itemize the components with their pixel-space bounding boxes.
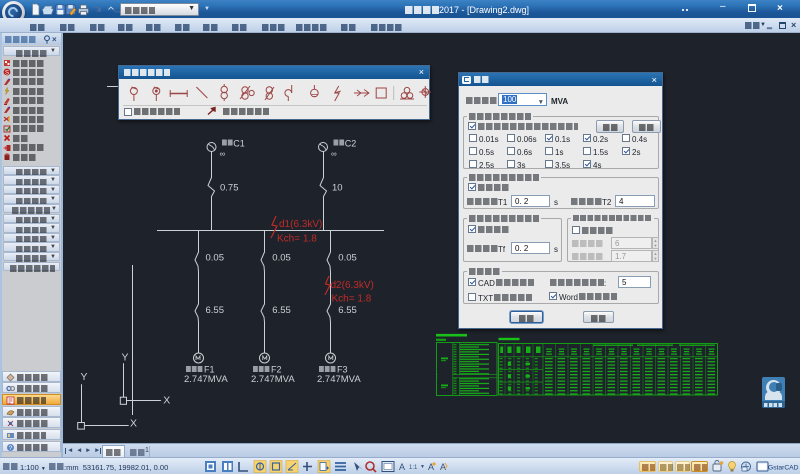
svg-text:d2(6.3kV): d2(6.3kV) xyxy=(331,280,374,291)
svg-text:Kch= 1.8: Kch= 1.8 xyxy=(277,234,317,245)
svg-text:∞: ∞ xyxy=(331,150,337,159)
svg-text:X: X xyxy=(130,418,137,430)
svg-text:GstarCAD: GstarCAD xyxy=(768,464,799,471)
svg-text:F3: F3 xyxy=(337,365,348,375)
svg-text:C1: C1 xyxy=(233,139,245,149)
svg-text:C2: C2 xyxy=(345,139,357,149)
svg-text:Y: Y xyxy=(81,371,88,383)
svg-text:2.747MVA: 2.747MVA xyxy=(251,374,295,385)
svg-text:?: ? xyxy=(9,445,13,452)
svg-text:2.747MVA: 2.747MVA xyxy=(184,374,228,385)
svg-text:∞: ∞ xyxy=(220,150,226,159)
svg-text:2.747MVA: 2.747MVA xyxy=(317,374,361,385)
svg-text:d1(6.3kV): d1(6.3kV) xyxy=(279,219,322,230)
svg-text:0.05: 0.05 xyxy=(338,253,357,264)
svg-text:6.55: 6.55 xyxy=(206,305,225,316)
svg-text:1:1: 1:1 xyxy=(409,465,418,471)
svg-text:▼: ▼ xyxy=(420,464,425,470)
svg-text:6.55: 6.55 xyxy=(338,305,357,316)
svg-text:0.05: 0.05 xyxy=(206,253,225,264)
svg-text:F2: F2 xyxy=(271,365,282,375)
svg-text:S: S xyxy=(5,71,9,77)
svg-text:Y: Y xyxy=(122,352,129,364)
svg-text:0.75: 0.75 xyxy=(220,183,239,194)
svg-text:F1: F1 xyxy=(204,365,215,375)
svg-text:10: 10 xyxy=(332,183,343,194)
svg-text:0.05: 0.05 xyxy=(272,253,291,264)
svg-text:A: A xyxy=(399,462,405,472)
svg-text:X: X xyxy=(163,395,170,407)
svg-text:6.55: 6.55 xyxy=(272,305,291,316)
svg-text:Kch= 1.8: Kch= 1.8 xyxy=(332,294,372,305)
